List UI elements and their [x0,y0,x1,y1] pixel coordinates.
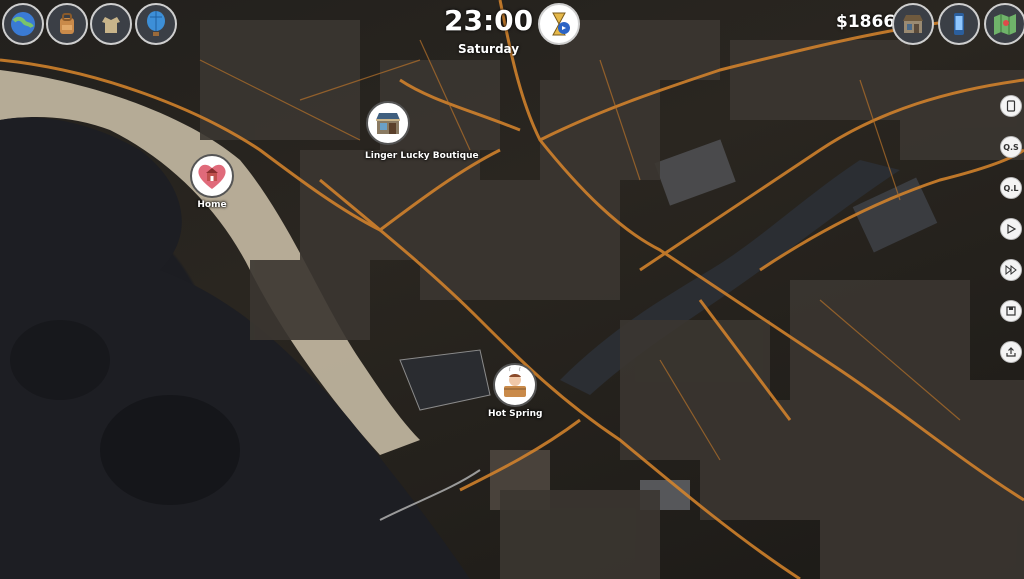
upload-icon [1006,347,1016,357]
wardrobe-button[interactable] [90,3,132,45]
hot-spring-marker [493,363,538,407]
heart-house-icon [198,164,226,189]
hourglass-icon [552,12,570,36]
shop-icon [903,15,923,33]
hot-spring-label: Hot Spring [488,409,543,419]
time-display: 23:00 [444,4,534,37]
backpack-icon [60,13,74,34]
journal-button[interactable] [1000,95,1022,117]
hot-air-balloon-icon [147,11,165,36]
floppy-disk-icon [1006,306,1016,316]
map-button[interactable] [984,3,1024,45]
home-marker [190,154,234,198]
day-display: Saturday [458,42,520,56]
hot-air-balloon-button[interactable] [135,3,177,45]
city-night-map[interactable]: 23:00 Saturday $1866 Q.S Q.L Home Linger… [0,0,1024,579]
boutique-marker [366,101,410,145]
play-button[interactable] [1000,218,1022,240]
quick-save-label: Q.S [1003,142,1019,152]
phone-button[interactable] [938,3,980,45]
boutique-label: Linger Lucky Boutique [365,151,479,161]
quick-load-label: Q.L [1003,183,1019,193]
money-display: $1866 [836,12,896,32]
location-linger-lucky-boutique[interactable]: Linger Lucky Boutique [365,101,479,161]
phone-icon [954,13,964,35]
fast-forward-button[interactable] [1000,259,1022,281]
hot-spring-icon [504,367,527,397]
quick-save-button[interactable]: Q.S [1000,136,1022,158]
shop-button[interactable] [892,3,934,45]
wait-button[interactable] [538,3,580,45]
fast-forward-icon [1005,264,1017,276]
map-illustration [0,0,1024,579]
quick-load-button[interactable]: Q.L [1000,177,1022,199]
map-icon [994,14,1016,35]
home-label: Home [197,200,227,210]
location-hot-spring[interactable]: Hot Spring [488,363,542,419]
play-icon [1007,223,1017,235]
wardrobe-icon [102,17,120,33]
location-home[interactable]: Home [190,154,234,210]
save-button[interactable] [1000,300,1022,322]
harbour-pier [399,349,491,411]
export-button[interactable] [1000,341,1022,363]
journal-icon [1006,100,1016,112]
storefront-icon [376,113,400,134]
globe-icon [11,12,35,36]
globe-button[interactable] [2,3,44,45]
backpack-button[interactable] [46,3,88,45]
